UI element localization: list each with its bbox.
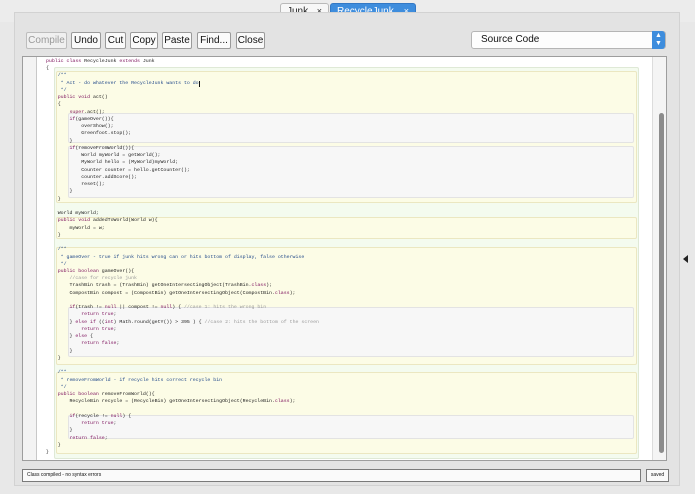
code-line: { <box>46 66 49 72</box>
code-line: } <box>46 232 61 238</box>
code-line: } else { <box>46 334 93 340</box>
code-line: */ <box>46 87 67 93</box>
code-line: /** <box>46 370 67 376</box>
code-line: Greenfoot.stop(); <box>46 131 132 137</box>
scrollbar-thumb[interactable] <box>659 113 664 453</box>
code-line: if(gameOver()){ <box>69 116 114 122</box>
code-line: * Act - do whatever the RecycleJunk want… <box>46 80 200 87</box>
code-line: Counter counter = hello.getCounter(); <box>46 167 190 173</box>
line-gutter[interactable] <box>23 57 37 460</box>
code-line: * gameOver - true if junk hits wrong can… <box>46 254 305 260</box>
code-line: super.act(); <box>69 109 105 115</box>
code-line: } <box>46 138 73 144</box>
if-scope-trash <box>68 307 634 357</box>
code-line: counter.addScore(); <box>46 174 137 180</box>
code-line: } <box>46 442 61 448</box>
code-line: World myWorld; <box>46 211 99 217</box>
copy-button[interactable]: Copy <box>130 32 158 49</box>
code-line: * removeFromWorld - if recycle hits corr… <box>46 377 223 383</box>
code-line: } <box>46 196 61 202</box>
if-scope-recycle <box>68 415 634 439</box>
compile-status: Class compiled - no syntax errors <box>22 469 641 482</box>
code-line: /** <box>46 247 67 253</box>
saved-indicator: saved <box>646 469 669 482</box>
text-caret <box>198 80 200 87</box>
if-scope-gameover <box>68 113 634 143</box>
code-line: /** <box>46 73 67 79</box>
triangle-left-icon[interactable] <box>683 255 688 263</box>
code-editor[interactable]: public class RecycleJunk extends Junk { /… <box>22 56 667 461</box>
code-line: overShow(); <box>46 124 114 130</box>
cut-button[interactable]: Cut <box>105 32 126 49</box>
code-line: } <box>46 189 73 195</box>
code-line: { <box>46 102 61 108</box>
code-line: RecycleBin recycle = (RecycleBin) getOne… <box>46 399 296 405</box>
code-line: return true; <box>81 326 117 332</box>
code-line: World myWorld = getWorld(); <box>46 153 161 159</box>
code-line: if(trash != null || compost != null) { /… <box>69 305 267 311</box>
select-arrows-icon[interactable]: ▲ ▼ <box>652 31 665 49</box>
code-line: reset(); <box>46 182 105 188</box>
compile-button[interactable]: Compile <box>26 32 67 49</box>
code-line: } else if ((int) Math.round(getY()) > 39… <box>46 319 319 325</box>
code-line: return false; <box>69 435 108 441</box>
code-line: return false; <box>81 341 120 347</box>
view-mode-select[interactable]: Source Code ▲ ▼ <box>471 31 666 49</box>
code-line: */ <box>46 261 67 267</box>
code-line: */ <box>46 384 67 390</box>
code-line: } <box>46 348 73 354</box>
code-line: return true; <box>81 312 117 318</box>
code-line: public class RecycleJunk extends Junk <box>46 59 155 64</box>
find-button[interactable]: Find... <box>197 32 231 49</box>
code-line: //case for recycle junk <box>69 276 137 282</box>
code-line: TrashBin trash = (TrashBin) getOneInters… <box>46 283 273 289</box>
method-scope-removefromworld <box>56 372 637 454</box>
code-line: public void addedToWorld(World w){ <box>57 218 158 224</box>
code-line: public void act() <box>57 95 108 101</box>
paste-button[interactable]: Paste <box>162 32 192 49</box>
view-mode-value: Source Code <box>481 34 540 45</box>
code-line: myWorld = w; <box>46 225 105 231</box>
close-button[interactable]: Close <box>236 32 265 49</box>
code-line: public boolean gameOver(){ <box>57 268 135 274</box>
code-line: } <box>46 428 73 434</box>
code-line: CompostBin compost = (CompostBin) getOne… <box>46 290 296 296</box>
code-line: return true; <box>81 421 117 427</box>
undo-button[interactable]: Undo <box>71 32 101 49</box>
greenfoot-editor-window: Junk × RecycleJunk × Compile Undo Cut Co… <box>0 0 695 494</box>
code-line: if(removeFromWorld()){ <box>69 145 135 151</box>
code-line: MyWorld hello = (MyWorld)myWorld; <box>46 160 179 166</box>
code-line: } <box>46 450 49 455</box>
code-line: public boolean removeFromWorld(){ <box>57 392 155 398</box>
code-line: } <box>46 355 61 361</box>
code-line: if(recycle != null) { <box>69 413 132 419</box>
